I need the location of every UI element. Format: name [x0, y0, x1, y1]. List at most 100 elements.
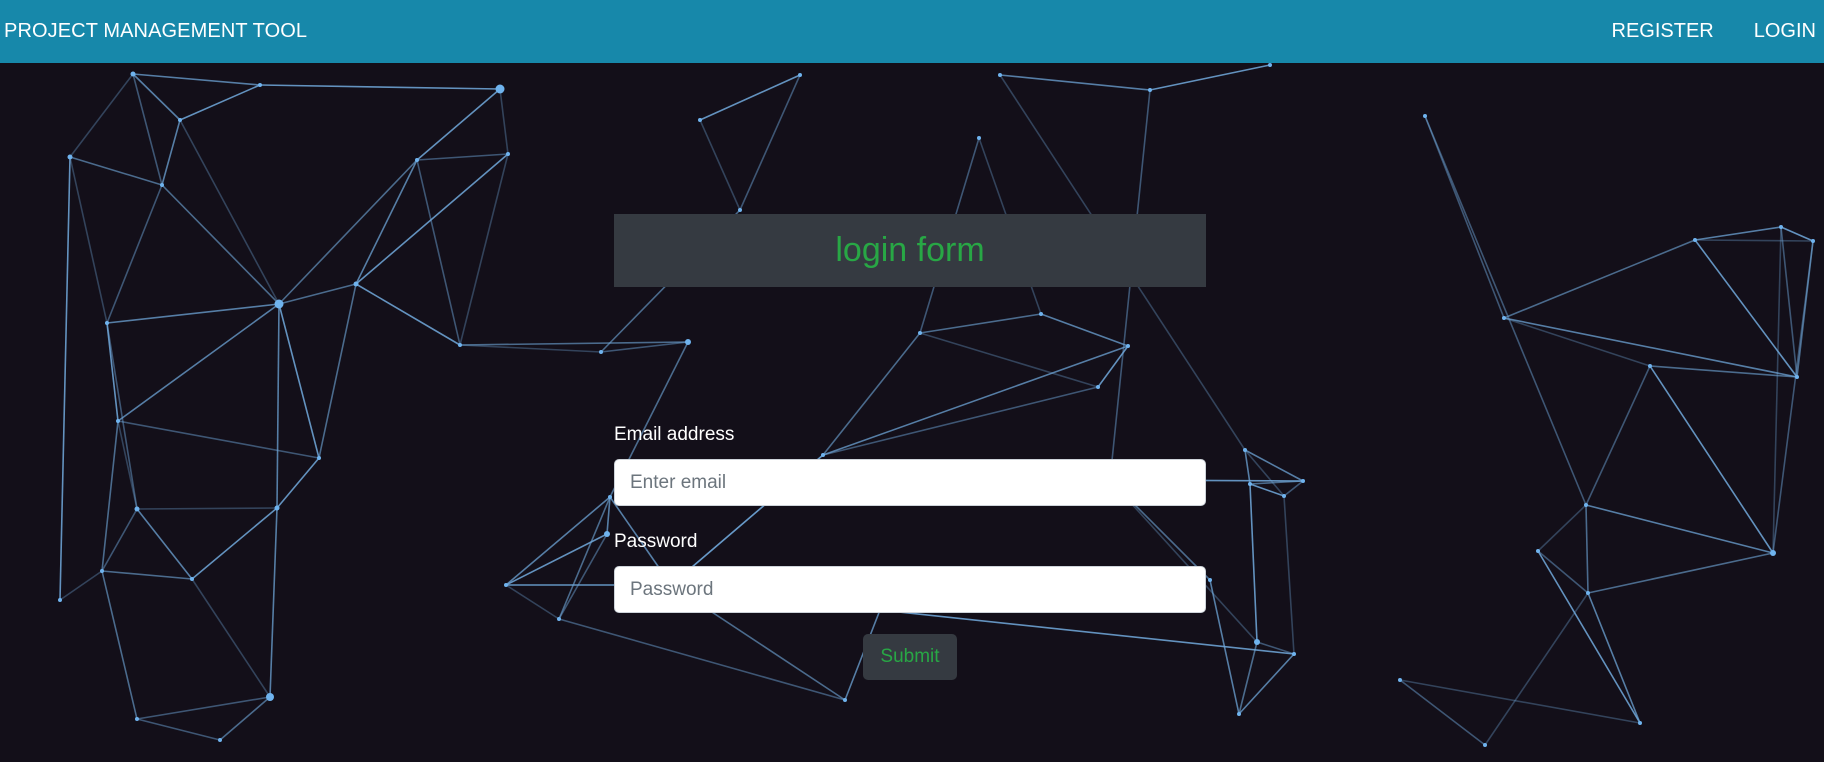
login-link[interactable]: LOGIN — [1754, 20, 1816, 43]
network-line — [416, 159, 461, 346]
network-line — [1587, 592, 1641, 724]
network-line — [1283, 480, 1304, 497]
network-line — [136, 696, 271, 720]
network-node — [1693, 238, 1697, 242]
network-node — [160, 183, 164, 187]
network-line — [69, 156, 108, 324]
network-line — [1649, 365, 1798, 378]
network-node — [1795, 375, 1799, 379]
network-line — [1537, 550, 1589, 594]
network-line — [69, 156, 163, 186]
network-node — [415, 158, 419, 162]
network-node — [1148, 88, 1152, 92]
network-node — [1811, 239, 1815, 243]
network-line — [499, 88, 509, 155]
network-line — [278, 159, 418, 305]
network-node — [258, 83, 262, 87]
network-line — [355, 283, 461, 346]
network-node — [274, 505, 280, 511]
network-node — [1237, 712, 1241, 716]
network-line — [1283, 495, 1295, 655]
network-line — [1587, 552, 1774, 594]
email-label: Email address — [614, 424, 735, 445]
network-node — [1243, 448, 1247, 452]
network-line — [318, 283, 357, 459]
network-line — [699, 74, 801, 121]
nav-links: REGISTER LOGIN — [1612, 0, 1824, 63]
network-node — [1536, 549, 1540, 553]
network-line — [136, 718, 221, 741]
network-line — [132, 73, 181, 121]
password-label: Password — [614, 531, 698, 552]
network-line — [101, 570, 138, 720]
network-line — [1399, 679, 1486, 746]
network-line — [1585, 504, 1589, 594]
network-node — [1208, 578, 1212, 582]
network-node — [218, 738, 222, 742]
login-form: login form Email address Password Submit — [614, 214, 1206, 680]
network-line — [1424, 115, 1587, 506]
network-node — [1254, 639, 1260, 645]
network-line — [132, 73, 261, 86]
network-line — [1780, 226, 1798, 378]
network-node — [1292, 652, 1296, 656]
password-input[interactable] — [614, 566, 1206, 613]
network-node — [130, 71, 136, 77]
network-line — [505, 584, 560, 620]
network-node — [178, 118, 182, 122]
network-line — [161, 119, 181, 186]
network-line — [1694, 239, 1814, 242]
network-node — [1648, 364, 1652, 368]
register-link[interactable]: REGISTER — [1612, 20, 1714, 43]
network-node — [1770, 550, 1776, 556]
network-line — [1149, 64, 1271, 91]
network-node — [608, 495, 612, 499]
network-node — [843, 698, 847, 702]
network-node — [134, 506, 140, 512]
network-line — [1537, 504, 1587, 552]
network-node — [274, 299, 284, 309]
login-form-header: login form — [614, 214, 1206, 287]
network-node — [798, 73, 802, 77]
network-node — [58, 598, 62, 602]
network-node — [190, 577, 194, 581]
submit-button[interactable]: Submit — [863, 634, 957, 680]
network-line — [1585, 504, 1774, 554]
login-form-title: login form — [835, 231, 985, 269]
network-node — [458, 343, 462, 347]
network-line — [179, 84, 261, 121]
network-line — [459, 153, 509, 346]
network-line — [1694, 239, 1798, 378]
network-node — [738, 208, 742, 212]
network-line — [278, 283, 357, 305]
network-node — [1301, 479, 1305, 483]
network-node — [1638, 721, 1642, 725]
network-node — [1779, 225, 1783, 229]
network-node — [506, 152, 510, 156]
network-node — [105, 321, 109, 325]
network-node — [266, 693, 274, 701]
network-node — [599, 350, 603, 354]
network-node — [100, 569, 104, 573]
network-line — [459, 344, 602, 353]
network-line — [69, 73, 134, 158]
network-node — [1268, 63, 1272, 67]
network-line — [699, 119, 741, 211]
network-line — [1649, 365, 1774, 554]
network-node — [998, 73, 1002, 77]
network-line — [106, 184, 163, 324]
brand-title[interactable]: PROJECT MANAGEMENT TOOL — [0, 20, 307, 43]
network-line — [278, 303, 320, 459]
network-line — [117, 303, 280, 422]
network-line — [117, 420, 320, 459]
network-line — [59, 156, 71, 601]
network-line — [101, 570, 193, 580]
network-line — [416, 153, 509, 161]
email-input[interactable] — [614, 459, 1206, 506]
network-line — [136, 507, 278, 510]
network-line — [999, 74, 1151, 91]
network-node — [557, 617, 561, 621]
network-node — [1282, 494, 1286, 498]
network-line — [59, 570, 103, 601]
network-line — [269, 507, 278, 698]
